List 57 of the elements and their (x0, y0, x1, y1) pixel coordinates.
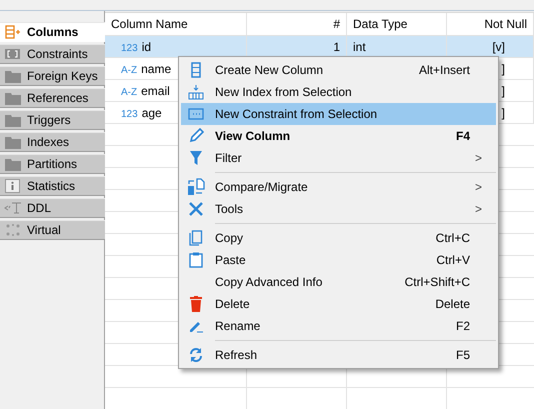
side-tab[interactable]: Virtual (0, 220, 106, 240)
type-label: 123 (121, 43, 138, 54)
filter-icon (189, 150, 203, 166)
type-label: A-Z (121, 65, 138, 76)
folder-icon (5, 114, 21, 126)
folder-icon (5, 92, 21, 104)
side-tab[interactable]: Partitions (0, 154, 106, 174)
folder-icon (5, 70, 21, 82)
table-cell: 1 (333, 40, 340, 54)
code-icon (4, 202, 22, 214)
side-tab[interactable]: References (0, 88, 106, 108)
table-cell: [v] (492, 40, 505, 54)
table-cell: ] (502, 84, 505, 98)
folder-icon (5, 136, 21, 148)
side-tab[interactable]: Indexes (0, 132, 106, 152)
side-tab[interactable]: Constraints (0, 44, 106, 64)
side-tab[interactable]: Columns (0, 22, 106, 42)
side-tab[interactable]: Foreign Keys (0, 66, 106, 86)
table-cell: id (142, 40, 152, 54)
info-icon (5, 179, 21, 193)
copy-icon (189, 230, 203, 246)
table-cell: age (142, 106, 162, 120)
menu-item[interactable]: Tools > (181, 198, 496, 220)
column-icon (191, 62, 201, 78)
table-cell: int (353, 40, 366, 54)
menu-item[interactable]: Create New Column Alt+Insert (181, 59, 496, 81)
brackets-icon (5, 48, 21, 60)
menu-item[interactable]: Paste Ctrl+V (181, 249, 496, 271)
menu-item[interactable]: Filter > (181, 147, 496, 169)
index-icon (188, 84, 204, 100)
refresh-icon (188, 347, 204, 363)
type-label: A-Z (121, 87, 138, 98)
table-cell: ] (502, 106, 505, 120)
menu-item[interactable]: Copy Advanced Info Ctrl+Shift+C (181, 271, 496, 293)
side-tab[interactable]: Triggers (0, 110, 106, 130)
table-cell: name (141, 62, 172, 76)
columns-icon (5, 25, 21, 39)
side-tab[interactable]: Statistics (0, 176, 106, 196)
menu-item[interactable]: Delete Delete (181, 293, 496, 315)
compare-icon (187, 178, 205, 196)
menu-item[interactable]: Copy Ctrl+C (181, 227, 496, 249)
side-tab[interactable]: DDL (0, 198, 106, 218)
table-cell: email (141, 84, 170, 98)
pencil-icon (188, 128, 204, 144)
table-cell: ] (502, 62, 505, 76)
dashed-bracket-icon (188, 108, 204, 120)
clipboard-icon (189, 252, 203, 268)
dotted-shape-icon (5, 223, 21, 237)
menu-item[interactable]: New Constraint from Selection (181, 103, 496, 125)
type-label: 123 (121, 109, 138, 120)
folder-icon (5, 158, 21, 170)
menu-item[interactable]: View Column F4 (181, 125, 496, 147)
menu-item[interactable]: Compare/Migrate > (181, 176, 496, 198)
menu-item[interactable]: Rename F2 (181, 315, 496, 337)
trash-icon (190, 296, 202, 312)
menu-item[interactable]: New Index from Selection (181, 81, 496, 103)
menu-item[interactable]: Refresh F5 (181, 344, 496, 366)
